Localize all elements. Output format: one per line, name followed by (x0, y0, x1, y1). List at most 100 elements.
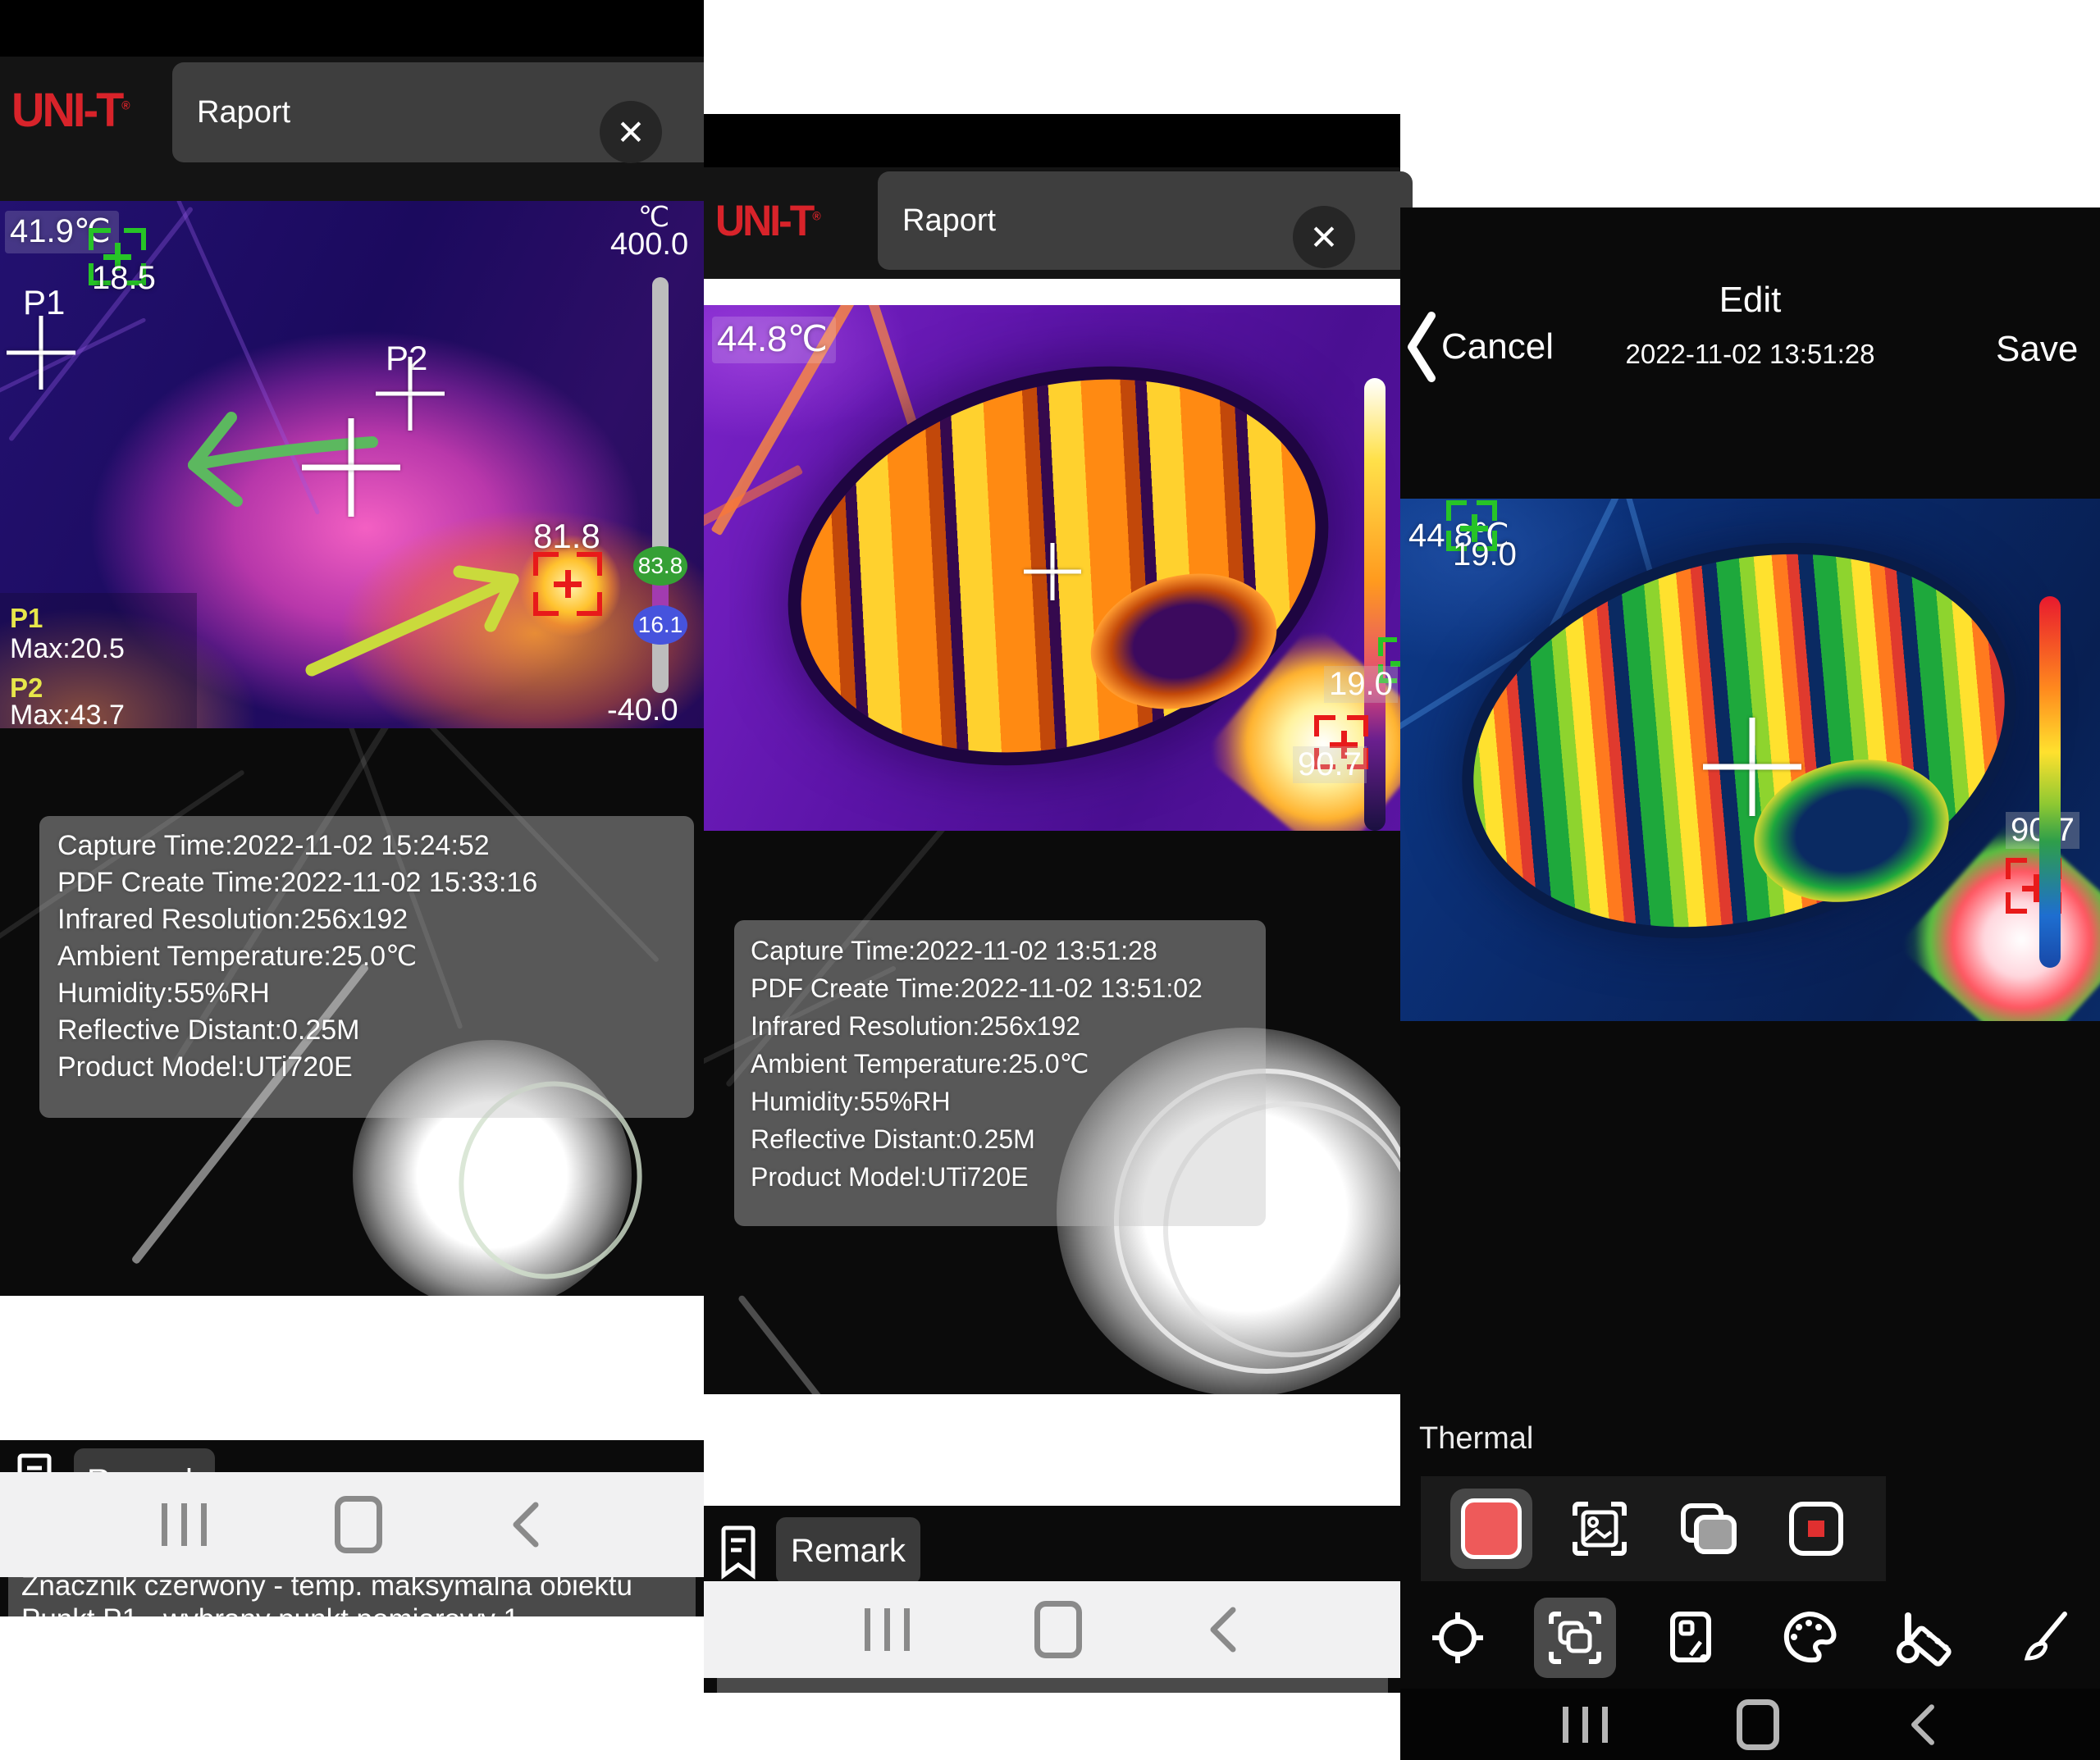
info-line: Ambient Temperature:25.0℃ (57, 938, 676, 975)
panel-edit: Edit 2022-11-02 13:51:28 Cancel Save 44.… (1400, 207, 2100, 1760)
recents-icon (865, 1608, 911, 1651)
p1-cross-marker[interactable] (7, 316, 75, 390)
close-button[interactable]: ✕ (600, 101, 662, 163)
back-icon (1908, 1703, 1938, 1747)
tool-mode-button[interactable] (1534, 1598, 1616, 1678)
palette-bar (2039, 596, 2061, 968)
thermal-image-1: 41.9℃ 18.5 P1 P2 81.8 ℃ (0, 201, 704, 728)
back-button[interactable] (509, 1500, 542, 1549)
status-bar (0, 0, 704, 57)
visible-image-icon (1570, 1499, 1629, 1558)
home-icon (335, 1496, 382, 1553)
min-point-value: 19.0 (1324, 666, 1398, 703)
thermal-image-2: 44.8℃ 19.0 90.7 (704, 305, 1400, 831)
scale-min: -40.0 (607, 693, 678, 728)
home-button[interactable] (1737, 1699, 1779, 1750)
mode-thermal-button[interactable] (1450, 1489, 1532, 1569)
remark-bookmark-icon (720, 1525, 756, 1580)
uni-t-logo: UNI-T® (715, 196, 821, 246)
android-navbar (0, 1472, 704, 1577)
tool-palette-button[interactable] (1769, 1598, 1851, 1678)
chevron-left-icon (1405, 304, 1436, 390)
edit-title: Edit (1577, 280, 1923, 321)
thermal-image-edit[interactable]: 44.8℃ 19.0 90.7 (1400, 499, 2100, 1021)
tool-temp-measure-button[interactable] (1886, 1598, 1968, 1678)
center-cross-marker[interactable] (1703, 718, 1801, 816)
info-line: Infrared Resolution:256x192 (57, 901, 676, 938)
paintbrush-icon (2017, 1609, 2071, 1667)
mode-visible-button[interactable] (1559, 1489, 1641, 1569)
max-marker-plus-icon (554, 570, 582, 598)
report-title-text: Raport (197, 95, 290, 130)
cancel-button[interactable]: Cancel (1405, 298, 1569, 396)
recents-icon (1563, 1707, 1609, 1743)
recents-button[interactable] (865, 1608, 911, 1651)
hot-point-value: 90.7 (1293, 746, 1367, 783)
close-icon: ✕ (1309, 217, 1338, 258)
capture-info-card: Capture Time:2022-11-02 15:24:52 PDF Cre… (39, 816, 694, 1118)
home-button[interactable] (335, 1496, 382, 1553)
tool-brush-button[interactable] (2003, 1598, 2085, 1678)
info-line: Reflective Distant:0.25M (57, 1012, 676, 1049)
info-line: Reflective Distant:0.25M (751, 1120, 1249, 1158)
center-cross-marker[interactable] (1024, 543, 1081, 600)
info-line: Humidity:55%RH (751, 1083, 1249, 1120)
yellow-arrow-annotation (312, 580, 513, 670)
info-line: Ambient Temperature:25.0℃ (751, 1045, 1249, 1083)
recents-button[interactable] (162, 1503, 208, 1546)
display-mode-row (1421, 1476, 1886, 1581)
info-line: PDF Create Time:2022-11-02 13:51:02 (751, 969, 1249, 1007)
remark-label: Remark (776, 1517, 920, 1584)
crosshair-icon (1431, 1611, 1485, 1665)
edit-timestamp: 2022-11-02 13:51:28 (1577, 339, 1923, 370)
max-temp-label: 44.8℃ (712, 317, 836, 363)
p1-readout-max: Max:20.5 (10, 633, 125, 665)
uni-t-logo: UNI-T® (11, 81, 130, 137)
android-navbar (704, 1581, 1400, 1678)
capture-info-card: Capture Time:2022-11-02 13:51:28 PDF Cre… (734, 920, 1266, 1226)
panel-report-2: UNI-T® Raport ✕ 44.8℃ 19.0 (704, 0, 1400, 1760)
visible-photo-1: Capture Time:2022-11-02 15:24:52 PDF Cre… (0, 728, 704, 1296)
hot-point-value: 81.8 (533, 517, 600, 556)
back-icon (1207, 1605, 1239, 1654)
info-line: PDF Create Time:2022-11-02 15:33:16 (57, 864, 676, 901)
save-button[interactable]: Save (1996, 329, 2078, 370)
report-header: UNI-T® Raport ✕ (704, 167, 1400, 279)
home-icon (1034, 1601, 1082, 1658)
recents-button[interactable] (1563, 1707, 1609, 1743)
lower-handle[interactable]: 16.1 (633, 605, 687, 645)
p1-readout-label: P1 (10, 603, 43, 634)
info-line: Capture Time:2022-11-02 15:24:52 (57, 828, 676, 864)
thermometer-ruler-icon (1893, 1609, 1961, 1667)
info-line: Infrared Resolution:256x192 (751, 1007, 1249, 1045)
visible-photo-2: Capture Time:2022-11-02 13:51:28 PDF Cre… (704, 831, 1400, 1394)
max-marker (533, 552, 602, 616)
remark-line: Punkt P1 - wybrany punkt pomiarowy 1 (21, 1603, 682, 1616)
composite-screenshot: UNI-T® Raport ✕ 41.9℃ 18.5 (0, 0, 2100, 1760)
mode-fusion-button[interactable] (1667, 1489, 1749, 1569)
report-title-text: Raport (902, 203, 996, 239)
fusion-overlap-icon (1677, 1499, 1739, 1558)
mode-section-label: Thermal (1419, 1421, 1533, 1457)
center-cross-marker[interactable] (302, 418, 400, 517)
info-line: Product Model:UTi720E (751, 1158, 1249, 1196)
back-button[interactable] (1908, 1703, 1938, 1747)
back-button[interactable] (1207, 1605, 1239, 1654)
home-button[interactable] (1034, 1601, 1082, 1658)
recents-icon (162, 1503, 208, 1546)
frame-overlap-icon (1546, 1609, 1604, 1667)
back-icon (509, 1500, 542, 1549)
thermal-mode-icon (1461, 1498, 1522, 1559)
mode-pip-button[interactable] (1775, 1489, 1857, 1569)
panel-report-1: UNI-T® Raport ✕ 41.9℃ 18.5 (0, 0, 704, 1760)
min-point-value: 19.0 (1453, 536, 1517, 573)
picture-in-picture-icon (1787, 1499, 1846, 1558)
upper-handle[interactable]: 83.8 (633, 546, 687, 586)
info-line: Capture Time:2022-11-02 13:51:28 (751, 932, 1249, 969)
tool-point-button[interactable] (1417, 1598, 1499, 1678)
close-button[interactable]: ✕ (1293, 206, 1355, 268)
scale-max: 400.0 (610, 227, 688, 262)
tool-edit-info-button[interactable] (1651, 1598, 1733, 1678)
info-line: Product Model:UTi720E (57, 1049, 676, 1086)
palette-icon (1781, 1611, 1838, 1665)
